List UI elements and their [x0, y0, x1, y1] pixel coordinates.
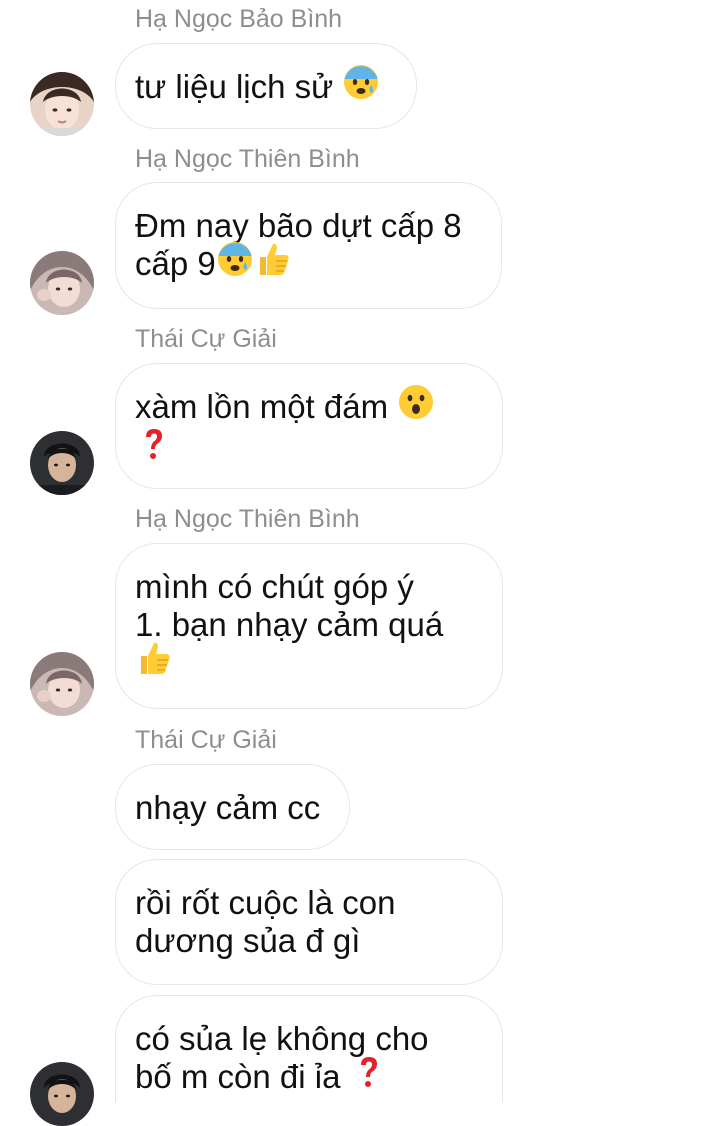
sender-name: Thái Cự Giải — [135, 325, 277, 353]
surprised-face-icon — [397, 383, 435, 429]
message-text: mình có chút góp ý — [135, 568, 414, 605]
thumbs-up-icon — [254, 240, 292, 286]
sender-name: Hạ Ngọc Thiên Bình — [135, 145, 360, 173]
anxious-sweat-face-icon — [342, 63, 380, 109]
message-text: 1. bạn nhạy cảm quá — [135, 606, 444, 643]
message-text: cấp 9 — [135, 245, 216, 282]
message-text: bố m còn đi ỉa — [135, 1058, 341, 1095]
message-bubble[interactable]: tư liệu lịch sử — [115, 43, 417, 129]
message-bubble[interactable]: Đm nay bão dựt cấp 8 cấp 9 — [115, 182, 502, 309]
avatar[interactable] — [30, 1062, 94, 1126]
anxious-sweat-face-icon — [216, 240, 254, 286]
message-text: xàm lồn một đám — [135, 388, 389, 425]
message-bubble[interactable]: có sủa lẹ không cho bố m còn đi ỉa — [115, 995, 503, 1102]
sender-name: Hạ Ngọc Thiên Bình — [135, 505, 360, 533]
message-text: có sủa lẹ không cho — [135, 1020, 429, 1057]
avatar[interactable] — [30, 431, 94, 495]
message-text: rồi rốt cuộc là con — [135, 884, 396, 921]
sender-name: Thái Cự Giải — [135, 726, 277, 754]
message-bubble[interactable]: rồi rốt cuộc là con dương sủa đ gì — [115, 859, 503, 985]
message-bubble[interactable]: nhạy cảm cc — [115, 764, 350, 850]
message-bubble[interactable]: mình có chút góp ý 1. bạn nhạy cảm quá — [115, 543, 503, 709]
avatar[interactable] — [30, 72, 94, 136]
thumbs-up-icon — [135, 639, 173, 685]
message-text: nhạy cảm cc — [135, 789, 321, 826]
sender-name: Hạ Ngọc Bảo Bình — [135, 5, 343, 33]
avatar[interactable] — [30, 251, 94, 315]
message-text: Đm nay bão dựt cấp 8 — [135, 207, 462, 244]
message-bubble[interactable]: xàm lồn một đám — [115, 363, 503, 489]
red-question-mark-icon — [135, 425, 173, 471]
message-text: tư liệu lịch sử — [135, 68, 334, 105]
avatar[interactable] — [30, 652, 94, 716]
red-question-mark-icon — [350, 1053, 388, 1099]
message-text: dương sủa đ gì — [135, 922, 361, 959]
